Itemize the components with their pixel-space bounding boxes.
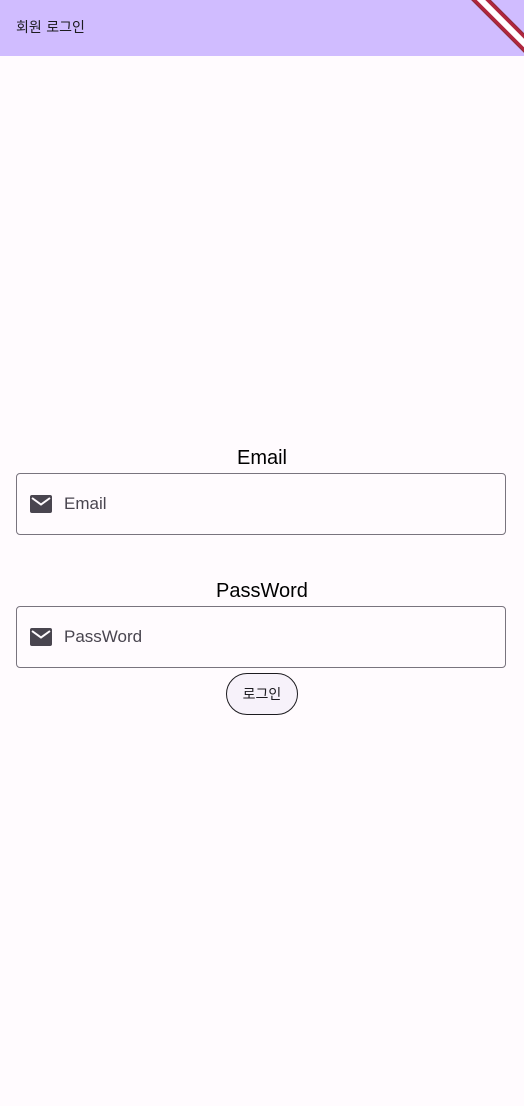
email-label: Email bbox=[236, 447, 287, 469]
login-button[interactable]: 로그인 bbox=[226, 673, 298, 715]
mail-icon bbox=[30, 495, 52, 513]
mail-icon bbox=[30, 628, 52, 646]
email-field[interactable] bbox=[64, 474, 494, 534]
page-title: 회원 로그인 bbox=[16, 20, 85, 36]
debug-banner-stripe bbox=[468, 0, 524, 56]
debug-banner bbox=[464, 0, 524, 56]
password-label: PassWord bbox=[216, 580, 308, 602]
email-field-container[interactable] bbox=[16, 473, 506, 535]
password-field-container[interactable] bbox=[16, 606, 506, 668]
password-field[interactable] bbox=[64, 607, 494, 667]
app-bar: 회원 로그인 bbox=[0, 0, 524, 56]
